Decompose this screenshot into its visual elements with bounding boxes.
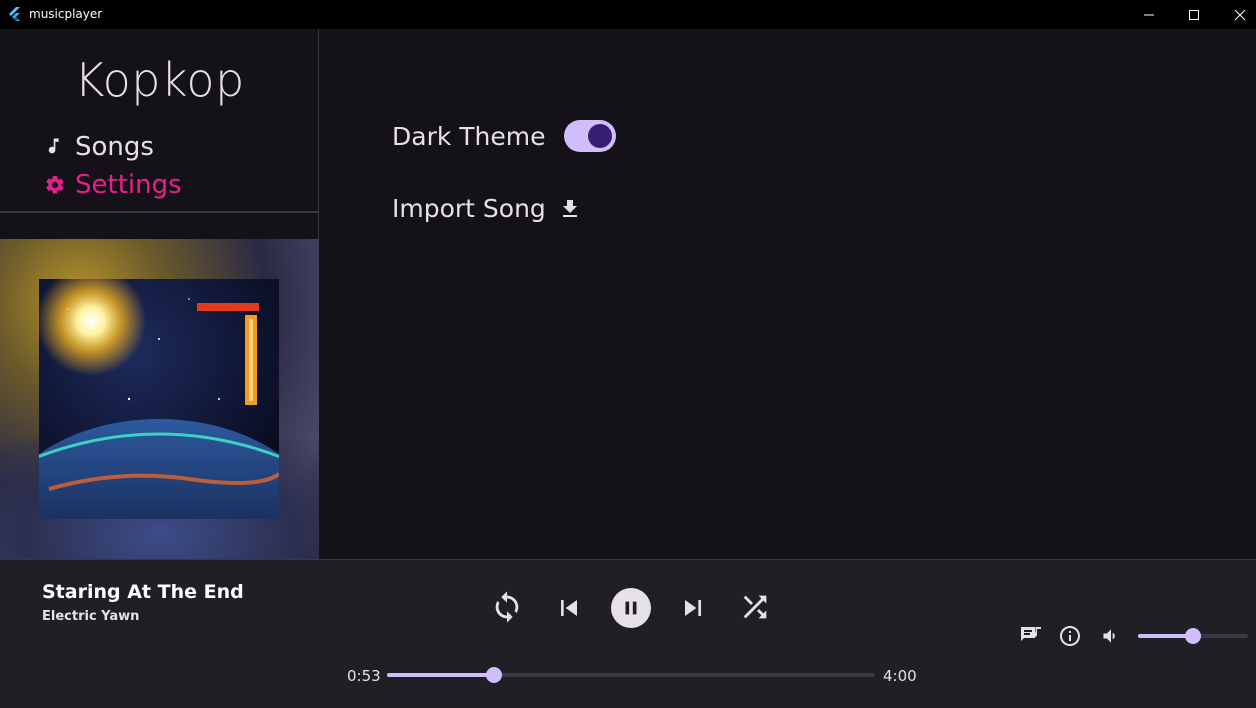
dark-theme-label: Dark Theme xyxy=(392,121,546,151)
sidebar-item-songs[interactable]: Songs xyxy=(44,132,154,162)
shuffle-icon xyxy=(743,595,767,619)
skip-next-icon xyxy=(685,600,701,616)
volume-button[interactable] xyxy=(1099,624,1123,648)
info-button[interactable] xyxy=(1058,624,1082,648)
toggle-knob xyxy=(587,124,612,148)
repeat-icon xyxy=(495,591,519,623)
pause-icon xyxy=(625,601,637,615)
seek-slider[interactable] xyxy=(387,667,875,683)
seek-thumb[interactable] xyxy=(486,667,503,683)
music-note-icon xyxy=(44,136,66,158)
sidebar: Kopkop Songs Settings xyxy=(0,29,319,559)
repeat-button[interactable] xyxy=(488,588,526,626)
next-button[interactable] xyxy=(676,591,710,625)
previous-button[interactable] xyxy=(552,591,586,625)
import-song-label: Import Song xyxy=(392,194,546,223)
close-button[interactable] xyxy=(1217,0,1256,29)
seek-progress xyxy=(387,673,495,677)
download-icon[interactable] xyxy=(558,197,582,221)
maximize-button[interactable] xyxy=(1171,0,1217,29)
track-artist: Electric Yawn xyxy=(42,609,140,624)
player-bar: Staring At The End Electric Yawn 0:53 4:… xyxy=(0,559,1256,708)
volume-slider[interactable] xyxy=(1138,628,1248,644)
settings-panel: Dark Theme Import Song xyxy=(320,29,1256,559)
flutter-logo-icon xyxy=(8,7,22,21)
volume-icon xyxy=(1103,629,1115,643)
volume-thumb[interactable] xyxy=(1185,628,1201,644)
pause-button[interactable] xyxy=(611,588,651,628)
total-time: 4:00 xyxy=(883,667,917,685)
gear-icon xyxy=(44,174,66,196)
shuffle-button[interactable] xyxy=(736,588,774,626)
sidebar-item-label: Songs xyxy=(75,132,154,162)
info-icon xyxy=(1060,626,1080,646)
track-title: Staring At The End xyxy=(42,581,244,603)
dark-theme-toggle[interactable] xyxy=(563,120,616,152)
sidebar-divider xyxy=(0,211,319,213)
import-song-row[interactable]: Import Song xyxy=(392,194,582,223)
album-art-backdrop xyxy=(0,239,319,559)
elapsed-time: 0:53 xyxy=(347,667,381,685)
window-title: musicplayer xyxy=(29,7,103,21)
album-art xyxy=(39,279,279,519)
title-bar: musicplayer xyxy=(0,0,1256,29)
lyrics-button[interactable] xyxy=(1019,624,1043,648)
dark-theme-row: Dark Theme xyxy=(392,120,616,152)
sidebar-item-settings[interactable]: Settings xyxy=(44,170,182,200)
skip-previous-icon xyxy=(561,600,577,616)
minimize-button[interactable] xyxy=(1126,0,1172,29)
lyrics-icon xyxy=(1021,627,1041,641)
app-brand: Kopkop xyxy=(74,53,245,107)
sidebar-item-label: Settings xyxy=(75,170,182,200)
